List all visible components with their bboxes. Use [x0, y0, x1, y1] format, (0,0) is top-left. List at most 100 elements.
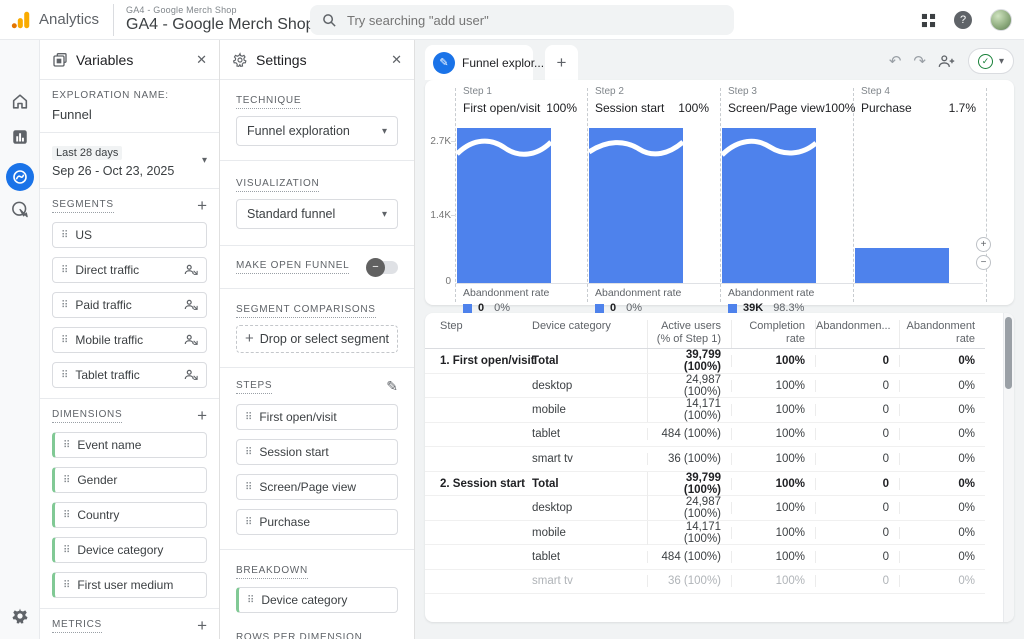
close-settings-icon[interactable]: ✕ [391, 52, 402, 68]
drop-segment-label: Drop or select segment [260, 332, 389, 346]
dimension-chip-device-category[interactable]: ⠿Device category [52, 537, 207, 563]
shared-segment-icon [184, 264, 198, 276]
funnel-step-header-3: Step 3 Screen/Page view100% [720, 86, 852, 115]
chevron-down-icon: ▾ [999, 56, 1004, 67]
step-chip-session-start[interactable]: ⠿Session start [236, 439, 398, 465]
technique-dropdown[interactable]: Funnel exploration ▾ [236, 116, 398, 146]
abandonment-step-1: Abandonment rate 00% [463, 287, 587, 314]
cell-active-users: 36 (100%) [647, 575, 731, 587]
drop-segment-target[interactable]: + Drop or select segment [236, 325, 398, 353]
share-users-icon[interactable] [938, 54, 956, 69]
apps-grid-icon[interactable] [921, 13, 936, 28]
tab-label: Funnel explor... [462, 56, 544, 70]
dimension-chip-first-user-medium[interactable]: ⠿First user medium [52, 572, 207, 598]
help-icon[interactable]: ? [954, 11, 972, 29]
segment-chip-direct-traffic[interactable]: ⠿ Direct traffic [52, 257, 207, 283]
nav-home-icon[interactable] [10, 92, 29, 111]
close-variables-icon[interactable]: ✕ [196, 52, 207, 68]
undo-button[interactable]: ↶ [889, 52, 902, 70]
visualization-dropdown[interactable]: Standard funnel ▾ [236, 199, 398, 229]
dimension-chip-event-name[interactable]: ⠿Event name [52, 432, 207, 458]
drag-handle-icon[interactable]: ⠿ [63, 475, 69, 486]
cell-completion-rate: 100% [731, 428, 815, 440]
edit-steps-icon[interactable]: ✎ [386, 378, 398, 395]
drag-handle-icon[interactable]: ⠿ [61, 370, 67, 381]
add-tab-button[interactable]: + [545, 45, 578, 80]
open-funnel-toggle[interactable]: − [368, 261, 398, 274]
breakdown-chip-device-category[interactable]: ⠿Device category [236, 587, 398, 613]
exploration-name-value[interactable]: Funnel [52, 107, 207, 122]
drag-handle-icon[interactable]: ⠿ [61, 335, 67, 346]
funnel-bar-step-4[interactable] [855, 248, 949, 283]
segment-chip-mobile-traffic[interactable]: ⠿ Mobile traffic [52, 327, 207, 353]
property-selector[interactable]: GA4 - Google Merch Shop GA4 - Google Mer… [126, 5, 315, 34]
dimension-chip-country[interactable]: ⠿Country [52, 502, 207, 528]
drag-handle-icon[interactable]: ⠿ [63, 440, 69, 451]
step-name: Screen/Page view [728, 101, 825, 115]
col-header-abandonment-rate: Abandonment rate [899, 320, 985, 348]
cell-active-users: 24,987 (100%) [647, 496, 731, 520]
analytics-logo[interactable]: Analytics [10, 9, 99, 31]
plus-glyph: + [557, 53, 567, 73]
drag-handle-icon[interactable]: ⠿ [247, 595, 253, 606]
add-dimension-button[interactable]: + [197, 409, 207, 423]
drag-handle-icon[interactable]: ⠿ [63, 510, 69, 521]
step-completion: 100% [825, 101, 856, 115]
cell-completion-rate: 100% [731, 404, 815, 416]
cell-completion-rate: 100% [731, 551, 815, 563]
redo-button[interactable]: ↷ [913, 52, 926, 70]
avatar[interactable] [990, 9, 1012, 31]
segments-label: SEGMENTS [52, 199, 114, 213]
segment-chip-paid-traffic[interactable]: ⠿ Paid traffic [52, 292, 207, 318]
segment-label: US [75, 228, 92, 242]
nav-explore-icon[interactable] [6, 163, 34, 191]
y-tick: 1.4K [427, 210, 451, 221]
shared-segment-icon [184, 299, 198, 311]
drag-handle-icon[interactable]: ⠿ [245, 412, 251, 423]
step-number: Step 1 [463, 86, 577, 97]
step-chip-screen-page-view[interactable]: ⠿Screen/Page view [236, 474, 398, 500]
rows-per-dimension-label: ROWS PER DIMENSION [236, 632, 363, 639]
export-status-button[interactable]: ✓ ▾ [968, 48, 1014, 74]
date-range-selector[interactable]: Last 28 days Sep 26 - Oct 23, 2025 ▾ [40, 133, 219, 189]
zoom-out-button[interactable]: − [976, 255, 991, 270]
admin-gear-icon[interactable] [11, 607, 29, 625]
segment-chip-tablet-traffic[interactable]: ⠿ Tablet traffic [52, 362, 207, 388]
step-chip-purchase[interactable]: ⠿Purchase [236, 509, 398, 535]
column-separator [720, 88, 721, 302]
add-segment-button[interactable]: + [197, 199, 207, 213]
add-metric-button[interactable]: + [197, 619, 207, 633]
steps-section: STEPS ✎ ⠿First open/visit ⠿Session start… [220, 368, 414, 550]
funnel-step-header-4: Step 4 Purchase1.7% [853, 86, 986, 115]
table-row: desktop 24,987 (100%) 100% 0 0% [425, 374, 985, 399]
funnel-bar-step-1[interactable] [457, 128, 551, 283]
funnel-bar-step-3[interactable] [722, 128, 816, 283]
breakdown-label: BREAKDOWN [236, 565, 308, 579]
dimension-chip-gender[interactable]: ⠿Gender [52, 467, 207, 493]
segment-chip-us[interactable]: ⠿ US [52, 222, 207, 248]
funnel-chart-card: Step 1 First open/visit100% Step 2 Sessi… [425, 80, 1014, 305]
step-chip-first-open-visit[interactable]: ⠿First open/visit [236, 404, 398, 430]
funnel-bar-step-2[interactable] [589, 128, 683, 283]
global-search[interactable] [310, 5, 734, 35]
drag-handle-icon[interactable]: ⠿ [61, 265, 67, 276]
zoom-in-button[interactable]: + [976, 237, 991, 252]
cell-abandonment-rate: 0% [899, 404, 985, 416]
y-tick-mark [451, 141, 456, 142]
table-scrollbar[interactable] [1003, 313, 1014, 622]
drag-handle-icon[interactable]: ⠿ [61, 230, 67, 241]
table-row: smart tv 36 (100%) 100% 0 0% [425, 570, 985, 595]
search-input[interactable] [347, 13, 687, 28]
nav-reports-icon[interactable] [11, 128, 29, 146]
drag-handle-icon[interactable]: ⠿ [245, 482, 251, 493]
cell-abandonment-rate: 0% [899, 380, 985, 392]
drag-handle-icon[interactable]: ⠿ [63, 580, 69, 591]
drag-handle-icon[interactable]: ⠿ [245, 517, 251, 528]
nav-advertising-icon[interactable] [10, 200, 29, 219]
drag-handle-icon[interactable]: ⠿ [245, 447, 251, 458]
tab-funnel-exploration[interactable]: ✎ Funnel explor... ▾ [425, 45, 533, 80]
drag-handle-icon[interactable]: ⠿ [63, 545, 69, 556]
table-scrollbar-thumb[interactable] [1005, 317, 1012, 389]
drag-handle-icon[interactable]: ⠿ [61, 300, 67, 311]
col-header-device-category: Device category [532, 320, 647, 348]
